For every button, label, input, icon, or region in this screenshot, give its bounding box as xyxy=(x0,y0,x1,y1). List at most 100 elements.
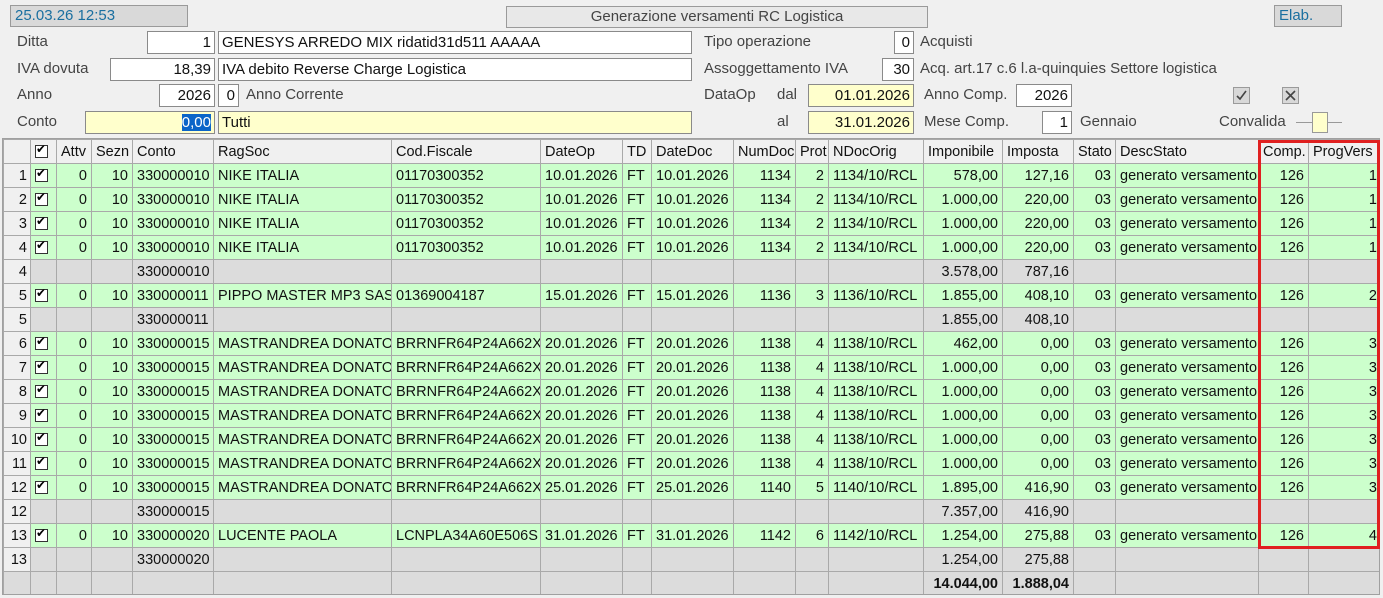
row-checkbox[interactable] xyxy=(35,382,48,398)
table-row[interactable]: 5010330000011PIPPO MASTER MP3 SAS0136900… xyxy=(3,283,1379,308)
cell-select[interactable] xyxy=(30,475,57,500)
cell-conto: 330000015 xyxy=(132,355,214,380)
header-descstato[interactable]: DescStato xyxy=(1115,139,1259,164)
table-row[interactable]: 9010330000015MASTRANDREA DONATOBRRNFR64P… xyxy=(3,403,1379,428)
table-row[interactable]: 13 010330000020LUCENTE PAOLALCNPLA34A60E5… xyxy=(3,523,1379,548)
cell-select[interactable] xyxy=(30,355,57,380)
header-sezn[interactable]: Sezn xyxy=(91,139,133,164)
cell-select[interactable] xyxy=(30,403,57,428)
row-checkbox[interactable] xyxy=(35,334,48,350)
cell-select[interactable] xyxy=(30,187,57,212)
header-prot[interactable]: Prot xyxy=(795,139,829,164)
cell-imponibile: 3.578,00 xyxy=(923,259,1003,284)
table-row[interactable]: 7010330000015MASTRANDREA DONATOBRRNFR64P… xyxy=(3,355,1379,380)
cell-stato: 03 xyxy=(1073,403,1116,428)
header-ragsoc[interactable]: RagSoc xyxy=(213,139,392,164)
cell-select[interactable] xyxy=(30,331,57,356)
table-row[interactable]: 11 010330000015MASTRANDREA DONATOBRRNFR64… xyxy=(3,451,1379,476)
cell-descstato: generato versamento xyxy=(1115,427,1259,452)
row-checkbox[interactable] xyxy=(35,238,48,254)
cell-progvers: 1 xyxy=(1308,211,1379,236)
anno-label: Anno xyxy=(17,86,53,103)
tipo-operazione-field[interactable]: 0 xyxy=(894,31,914,54)
header-ndocorig[interactable]: NDocOrig xyxy=(828,139,924,164)
header-codfiscale[interactable]: Cod.Fiscale xyxy=(391,139,541,164)
header-progvers[interactable]: ProgVers xyxy=(1308,139,1379,164)
header-attv[interactable]: Attv xyxy=(56,139,92,164)
header-dateop[interactable]: DateOp xyxy=(540,139,623,164)
cell-comp: 126 xyxy=(1258,403,1309,428)
cell-stato xyxy=(1073,499,1116,524)
cell-descstato: generato versamento xyxy=(1115,331,1259,356)
table-row[interactable]: 12 010330000015MASTRANDREA DONATOBRRNFR64… xyxy=(3,475,1379,500)
select-all-checkbox[interactable] xyxy=(35,142,48,158)
row-checkbox[interactable] xyxy=(35,406,48,422)
ditta-code-field[interactable]: 1 xyxy=(147,31,215,54)
row-checkbox[interactable] xyxy=(35,526,48,542)
table-row[interactable]: 8010330000015MASTRANDREA DONATOBRRNFR64P… xyxy=(3,379,1379,404)
header-select-all[interactable] xyxy=(30,139,57,164)
table-row[interactable]: 3010330000010NIKE ITALIA0117030035210.01… xyxy=(3,211,1379,236)
cell-select[interactable] xyxy=(30,283,57,308)
cell-prot: 4 xyxy=(795,331,829,356)
table-row[interactable]: 1010330000010NIKE ITALIA0117030035210.01… xyxy=(3,163,1379,188)
anno-flag-field[interactable]: 0 xyxy=(218,84,239,107)
row-checkbox[interactable] xyxy=(35,478,48,494)
elab-button[interactable]: Elab. xyxy=(1274,5,1342,27)
table-row[interactable]: 10010330000015MASTRANDREA DONATOBRRNFR64… xyxy=(3,427,1379,452)
confirm-checkbox-button[interactable] xyxy=(1233,87,1250,104)
cell-select[interactable] xyxy=(30,235,57,260)
cell-stato: 03 xyxy=(1073,211,1116,236)
cell-select[interactable] xyxy=(30,211,57,236)
row-checkbox[interactable] xyxy=(35,190,48,206)
cell-ragsoc: NIKE ITALIA xyxy=(213,235,392,260)
assoggettamento-desc: Acq. art.17 c.6 l.a-quinquies Settore lo… xyxy=(920,60,1217,77)
cell-dateop: 20.01.2026 xyxy=(540,427,623,452)
cell-select[interactable] xyxy=(30,379,57,404)
row-checkbox[interactable] xyxy=(35,286,48,302)
total-empty-cell xyxy=(540,571,623,594)
row-checkbox[interactable] xyxy=(35,430,48,446)
cell-ragsoc: NIKE ITALIA xyxy=(213,211,392,236)
cell-select[interactable] xyxy=(30,427,57,452)
iva-dovuta-field[interactable]: 18,39 xyxy=(110,58,215,81)
header-datedoc[interactable]: DateDoc xyxy=(651,139,734,164)
row-checkbox[interactable] xyxy=(35,214,48,230)
cell-select[interactable] xyxy=(30,451,57,476)
header-imposta[interactable]: Imposta xyxy=(1002,139,1074,164)
cell-ndocorig xyxy=(828,547,924,572)
cell-datedoc: 10.01.2026 xyxy=(651,235,734,260)
row-checkbox[interactable] xyxy=(35,454,48,470)
convalida-slider-thumb[interactable] xyxy=(1312,112,1328,133)
anno-field[interactable]: 2026 xyxy=(159,84,215,107)
dataop-al-field[interactable]: 31.01.2026 xyxy=(808,111,914,134)
cell-attv: 0 xyxy=(56,187,92,212)
table-row[interactable]: 4010330000010NIKE ITALIA0117030035210.01… xyxy=(3,235,1379,260)
cell-codfiscale: BRRNFR64P24A662X xyxy=(391,403,541,428)
row-checkbox[interactable] xyxy=(35,358,48,374)
cell-sezn: 10 xyxy=(91,187,133,212)
header-numdoc[interactable]: NumDoc xyxy=(733,139,796,164)
header-comp[interactable]: Comp. xyxy=(1258,139,1309,164)
dataop-dal-field[interactable]: 01.01.2026 xyxy=(808,84,914,107)
conto-field[interactable]: 0,00 xyxy=(85,111,215,134)
mese-comp-field[interactable]: 1 xyxy=(1042,111,1072,134)
cell-select[interactable] xyxy=(30,523,57,548)
assoggettamento-field[interactable]: 30 xyxy=(882,58,914,81)
cell-datedoc: 20.01.2026 xyxy=(651,403,734,428)
header-td[interactable]: TD xyxy=(622,139,652,164)
cell-numdoc: 1138 xyxy=(733,451,796,476)
header-imponibile[interactable]: Imponibile xyxy=(923,139,1003,164)
row-checkbox[interactable] xyxy=(35,166,48,182)
header-conto[interactable]: Conto xyxy=(132,139,214,164)
cell-select[interactable] xyxy=(30,163,57,188)
cancel-checkbox-button[interactable] xyxy=(1282,87,1299,104)
anno-comp-field[interactable]: 2026 xyxy=(1016,84,1072,107)
total-imponibile: 14.044,00 xyxy=(923,571,1003,594)
header-stato[interactable]: Stato xyxy=(1073,139,1116,164)
table-row[interactable]: 6010330000015MASTRANDREA DONATOBRRNFR64P… xyxy=(3,331,1379,356)
cell-progvers: 3 xyxy=(1308,355,1379,380)
table-row[interactable]: 2010330000010NIKE ITALIA0117030035210.01… xyxy=(3,187,1379,212)
dataop-label: DataOp xyxy=(704,86,756,103)
cell-imponibile: 1.000,00 xyxy=(923,187,1003,212)
